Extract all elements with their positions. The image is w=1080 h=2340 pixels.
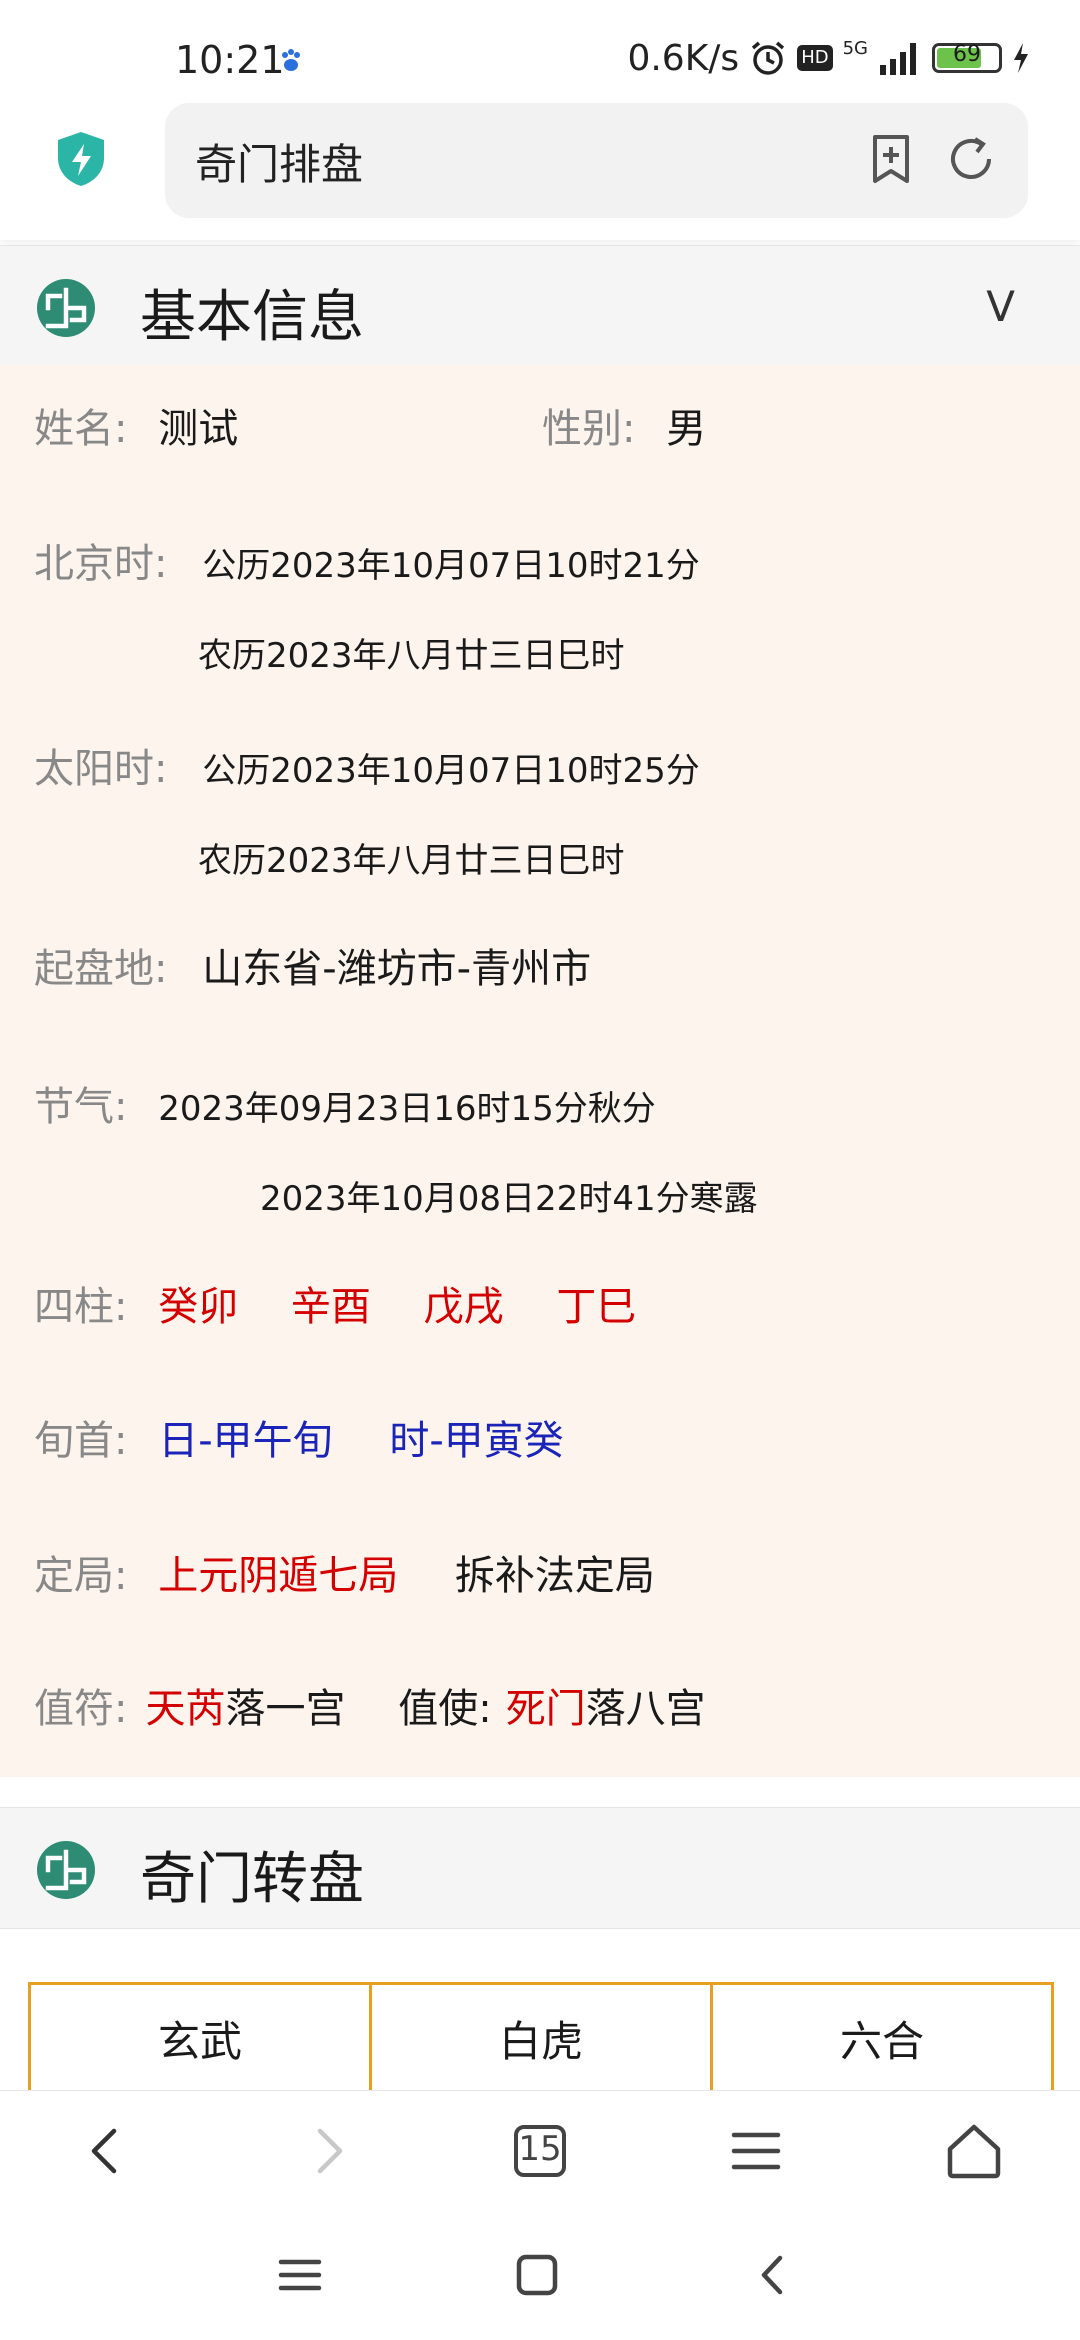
name-label: 姓名: — [34, 406, 128, 452]
dingju-label: 定局: — [34, 1553, 128, 1599]
zhifu-row: 值符: 天芮落一宫 值使: 死门落八宫 — [34, 1685, 706, 1733]
status-time: 10:21 — [175, 38, 285, 82]
zhifu-star: 天芮 — [145, 1686, 226, 1732]
qimen-logo-icon — [37, 279, 95, 337]
recent-apps-icon[interactable] — [275, 2250, 325, 2300]
section-title: 基本信息 — [140, 285, 364, 350]
beijing-lunar: 农历2023年八月廿三日巳时 — [198, 636, 625, 676]
name-value: 测试 — [158, 406, 239, 452]
place-row: 起盘地: 山东省-潍坊市-青州市 — [34, 945, 591, 993]
refresh-icon[interactable] — [945, 133, 997, 185]
dingju-value: 上元阴遁七局 — [158, 1553, 399, 1599]
jieqi-row: 节气: 2023年09月23日16时15分秋分 — [34, 1083, 656, 1133]
zhifu-label: 值符: — [34, 1686, 128, 1732]
jieqi-2: 2023年10月08日22时41分寒露 — [260, 1179, 758, 1219]
sizhu-label: 四柱: — [34, 1284, 128, 1330]
qimen-grid: 玄武 白虎 六合 — [28, 1982, 1054, 2092]
zhishi-door: 死门 — [505, 1686, 586, 1732]
menu-icon[interactable] — [724, 2119, 788, 2183]
beijing-time-label: 北京时: — [34, 541, 168, 587]
jieqi-2-row: 2023年10月08日22时41分寒露 — [260, 1173, 758, 1223]
jieqi-label: 节气: — [34, 1084, 128, 1130]
section-title: 奇门转盘 — [140, 1847, 364, 1912]
grid-cell: 六合 — [839, 2017, 924, 2066]
gender-value: 男 — [666, 406, 707, 452]
basic-info-header[interactable]: 基本信息 V — [0, 245, 1080, 367]
system-back-icon[interactable] — [748, 2250, 798, 2300]
sizhu-year: 癸卯 — [158, 1284, 239, 1330]
xunshou-hour: 时-甲寅癸 — [389, 1418, 564, 1464]
url-box[interactable]: 奇门排盘 — [165, 103, 1028, 218]
hd-badge: HD — [797, 45, 833, 71]
collapse-toggle[interactable]: V — [986, 282, 1015, 331]
zhifu-palace: 落一宫 — [225, 1686, 346, 1732]
home-icon[interactable] — [942, 2119, 1006, 2183]
shield-icon[interactable] — [54, 130, 108, 188]
sizhu-hour: 丁巳 — [556, 1284, 637, 1330]
alarm-icon — [752, 41, 785, 75]
dingju-method: 拆补法定局 — [454, 1553, 655, 1599]
basic-info-panel: 姓名: 测试 性别: 男 北京时: 公历2023年10月07日10时21分 农历… — [0, 365, 1080, 1777]
tabs-button[interactable]: 15 — [508, 2119, 572, 2183]
gender-label: 性别: — [542, 406, 636, 452]
back-icon[interactable] — [74, 2119, 138, 2183]
sun-time-row: 太阳时: 公历2023年10月07日10时25分 — [34, 745, 700, 795]
sizhu-month: 辛酉 — [290, 1284, 371, 1330]
tab-count: 15 — [518, 2129, 562, 2169]
forward-icon[interactable] — [296, 2119, 360, 2183]
xunshou-day: 日-甲午旬 — [158, 1418, 333, 1464]
beijing-time-row: 北京时: 公历2023年10月07日10时21分 — [34, 540, 700, 590]
status-right: 0.6K/s HD 5G 69 — [627, 36, 1030, 80]
zhishi-label: 值使: — [398, 1686, 492, 1732]
qimen-header[interactable]: 奇门转盘 — [0, 1807, 1080, 1929]
sizhu-day: 戊戌 — [423, 1284, 504, 1330]
xunshou-label: 旬首: — [34, 1418, 128, 1464]
dingju-row: 定局: 上元阴遁七局 拆补法定局 — [34, 1552, 655, 1600]
beijing-lunar-row: 农历2023年八月廿三日巳时 — [198, 630, 625, 680]
sun-solar: 公历2023年10月07日10时25分 — [202, 751, 700, 791]
sizhu-row: 四柱: 癸卯 辛酉 戊戌 丁巳 — [34, 1283, 636, 1331]
battery-icon: 69 — [932, 42, 1002, 73]
gender-row: 性别: 男 — [542, 405, 706, 453]
sun-time-label: 太阳时: — [34, 746, 168, 792]
grid-cell: 白虎 — [372, 1985, 713, 2092]
page-title[interactable]: 奇门排盘 — [195, 131, 363, 192]
beijing-solar: 公历2023年10月07日10时21分 — [202, 546, 700, 586]
grid-cell: 玄武 — [31, 1985, 372, 2092]
net-speed: 0.6K/s — [627, 37, 740, 79]
place-label: 起盘地: — [34, 946, 168, 992]
sun-lunar: 农历2023年八月廿三日巳时 — [198, 841, 625, 881]
browser-nav: 15 — [0, 2090, 1080, 2209]
name-row: 姓名: 测试 — [34, 405, 238, 453]
home-square-icon[interactable] — [512, 2250, 562, 2300]
battery-level: 69 — [953, 42, 981, 67]
xunshou-row: 旬首: 日-甲午旬 时-甲寅癸 — [34, 1417, 564, 1465]
network-type: 5G — [842, 37, 868, 59]
charging-bolt-icon — [1014, 43, 1028, 73]
sun-lunar-row: 农历2023年八月廿三日巳时 — [198, 835, 625, 885]
system-nav — [0, 2208, 1080, 2340]
baidu-paw-icon — [282, 49, 300, 71]
qimen-logo-icon — [37, 1841, 95, 1899]
status-bar: 10:21 0.6K/s HD 5G 69 — [0, 0, 1080, 110]
bookmark-add-icon[interactable] — [865, 133, 917, 185]
jieqi-1: 2023年09月23日16时15分秋分 — [158, 1089, 656, 1129]
signal-icon — [880, 43, 916, 75]
place-value: 山东省-潍坊市-青州市 — [202, 946, 592, 992]
zhishi-palace: 落八宫 — [585, 1686, 706, 1732]
